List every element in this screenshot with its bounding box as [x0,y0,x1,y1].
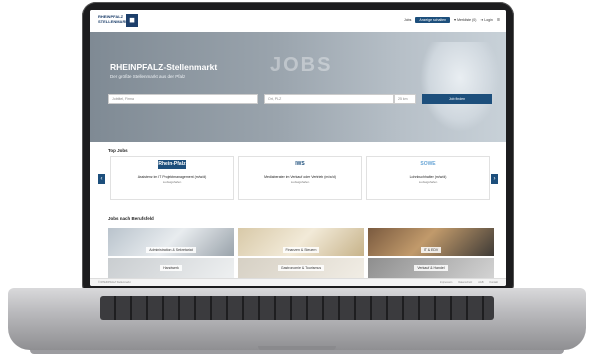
carousel-prev-icon[interactable]: ‹ [98,174,105,184]
top-bar: RHEINPFALZ STELLENMARKT ◼ Jobs Anzeige sc… [90,10,506,33]
laptop-keyboard [100,296,494,320]
hero-title: RHEINPFALZ-Stellenmarkt [110,62,218,72]
where-input[interactable]: Ort, PLZ [264,94,394,104]
post-ad-button[interactable]: Anzeige schalten [415,17,451,23]
category-label: Administration & Sekretariat [146,247,196,253]
category-label: IT & EDV [420,247,442,253]
top-jobs-title: Top Jobs [108,148,128,153]
laptop-screen: RHEINPFALZ STELLENMARKT ◼ Jobs Anzeige sc… [90,10,506,286]
site-logo[interactable]: RHEINPFALZ STELLENMARKT ◼ [98,14,138,28]
job-title: Assistenz im IT Projektmanagement (m/w/d… [137,175,207,179]
company-logo: SOWE [420,161,436,167]
job-location: Ludwigshafen [418,180,438,184]
carousel-next-icon[interactable]: › [491,174,498,184]
radius-select[interactable]: 25 km [394,94,416,104]
footer-copyright: © RHEINPFALZ Stellenmarkt [98,281,131,284]
category-tile[interactable]: IT & EDV [368,228,494,256]
nav-login[interactable]: ➜ Login [480,18,492,22]
main-nav: Jobs Anzeige schalten ♥ Merkliste (0) ➜ … [404,17,500,23]
laptop-foot [30,350,564,354]
search-bar: Jobtitel, Firma Ort, PLZ 25 km Job finde… [108,94,492,104]
top-jobs-carousel: ‹ Rhein-Pfalz Assistenz im IT Projektman… [98,156,498,202]
job-card[interactable]: Rhein-Pfalz Assistenz im IT Projektmanag… [110,156,234,200]
job-card[interactable]: SOWE Lohnbuchhalter (m/w/d) Ludwigshafen [366,156,490,200]
footer-link[interactable]: Kontakt [490,281,498,284]
job-card[interactable]: IWS Mediaberater im Verkauf oder Vertrie… [238,156,362,200]
category-label: Gastronomie & Tourismus [277,265,325,271]
hero-banner: JOBS RHEINPFALZ-Stellenmarkt Der größte … [90,32,506,142]
hero-image [420,42,500,132]
footer-link[interactable]: Datenschutz [458,281,472,284]
job-search-button[interactable]: Job finden [422,94,492,104]
category-tile[interactable]: Administration & Sekretariat [108,228,234,256]
hero-subtitle: Der größte Stellenmarkt aus der Pfalz [110,74,186,79]
category-label: Verkauf & Handel [414,265,448,271]
category-label: Handwerk [160,265,182,271]
job-location: Ludwigshafen [290,180,310,184]
menu-icon[interactable]: ☰ [497,18,500,22]
what-input[interactable]: Jobtitel, Firma [108,94,258,104]
laptop-mockup: RHEINPFALZ STELLENMARKT ◼ Jobs Anzeige sc… [0,0,594,364]
footer-link[interactable]: AGB [478,281,483,284]
nav-jobs[interactable]: Jobs [404,18,411,22]
job-location: Ludwigshafen [162,180,182,184]
hero-bg-word: JOBS [270,54,333,76]
company-logo: IWS [295,161,305,167]
company-logo: Rhein-Pfalz [158,160,186,169]
category-tile[interactable]: Gastronomie & Tourismus [238,258,364,278]
category-tile[interactable]: Handwerk [108,258,234,278]
category-tile[interactable]: Verkauf & Handel [368,258,494,278]
job-title: Lohnbuchhalter (m/w/d) [409,175,447,179]
category-label: Finanzen & Steuern [282,247,320,253]
page-footer: © RHEINPFALZ Stellenmarkt Impressum Date… [90,278,506,286]
nav-watchlist[interactable]: ♥ Merkliste (0) [454,18,476,22]
category-tile[interactable]: Finanzen & Steuern [238,228,364,256]
job-title: Mediaberater im Verkauf oder Vertrieb (m… [264,175,336,179]
categories-title: Jobs nach Berufsfeld [108,216,154,221]
logo-mark-icon: ◼ [126,14,138,27]
footer-links: Impressum Datenschutz AGB Kontakt [440,281,498,284]
footer-link[interactable]: Impressum [440,281,452,284]
